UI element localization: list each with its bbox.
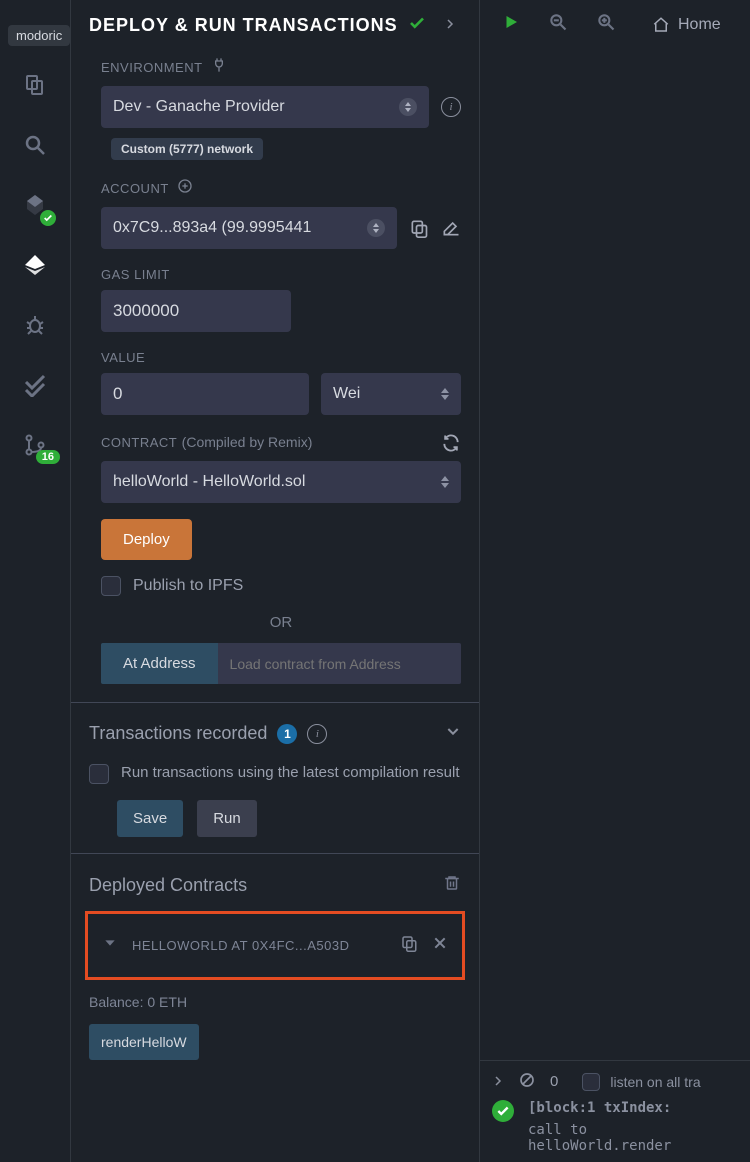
gas-limit-input-wrap xyxy=(101,290,291,332)
chevron-down-icon[interactable] xyxy=(102,935,118,956)
contract-value: helloWorld - HelloWorld.sol xyxy=(113,473,305,491)
run-button[interactable]: Run xyxy=(197,800,257,837)
environment-select[interactable]: Dev - Ganache Provider xyxy=(101,86,429,128)
deploy-button[interactable]: Deploy xyxy=(101,519,192,560)
file-explorer-icon[interactable] xyxy=(20,70,50,100)
updown-icon xyxy=(367,219,385,237)
contract-sublabel: (Compiled by Remix) xyxy=(182,434,313,450)
git-icon[interactable]: 16 xyxy=(20,430,50,460)
gas-limit-label: GAS LIMIT xyxy=(101,267,170,282)
chevron-down-icon[interactable] xyxy=(445,723,461,744)
listen-label: listen on all tra xyxy=(610,1074,700,1090)
pending-count: 0 xyxy=(550,1073,558,1090)
success-icon xyxy=(492,1100,514,1122)
analysis-icon[interactable] xyxy=(20,370,50,400)
value-unit-select[interactable]: Wei xyxy=(321,373,461,415)
environment-value: Dev - Ganache Provider xyxy=(113,98,285,116)
editor-toolbar: Home xyxy=(480,0,750,49)
or-text: OR xyxy=(101,614,461,631)
close-icon[interactable] xyxy=(432,935,448,956)
account-value: 0x7C9...893a4 (99.9995441 xyxy=(113,219,311,237)
info-icon[interactable]: i xyxy=(441,97,461,117)
environment-label: ENVIRONMENT xyxy=(101,60,203,75)
editor-pane: Home 0 listen on all tra [block:1 txInde… xyxy=(480,0,750,1162)
copy-account-icon[interactable] xyxy=(409,218,429,238)
save-button[interactable]: Save xyxy=(117,800,183,837)
network-badge: Custom (5777) network xyxy=(111,138,263,160)
terminal: 0 listen on all tra [block:1 txIndex: ca… xyxy=(480,1060,750,1162)
play-icon[interactable] xyxy=(502,13,520,36)
plug-icon xyxy=(211,57,227,78)
ban-icon[interactable] xyxy=(518,1071,536,1092)
debugger-icon[interactable] xyxy=(20,310,50,340)
publish-ipfs-label: Publish to IPFS xyxy=(133,577,243,595)
tooltip-badge: modoric xyxy=(8,25,70,46)
use-latest-checkbox[interactable] xyxy=(89,764,109,784)
transactions-title: Transactions recorded xyxy=(89,723,267,744)
deploy-panel: DEPLOY & RUN TRANSACTIONS ENVIRONMENT De… xyxy=(70,0,480,1162)
check-icon xyxy=(408,14,426,37)
contract-select[interactable]: helloWorld - HelloWorld.sol xyxy=(101,461,461,503)
chevron-right-icon[interactable] xyxy=(492,1074,504,1090)
zoom-out-icon[interactable] xyxy=(548,12,568,37)
value-unit: Wei xyxy=(333,385,360,403)
add-account-icon[interactable] xyxy=(177,178,193,199)
panel-title: DEPLOY & RUN TRANSACTIONS xyxy=(89,15,398,36)
value-label: VALUE xyxy=(101,350,145,365)
account-label: ACCOUNT xyxy=(101,181,169,196)
value-input-wrap xyxy=(101,373,309,415)
deployed-title: Deployed Contracts xyxy=(89,875,247,896)
publish-ipfs-checkbox[interactable] xyxy=(101,576,121,596)
deployed-section: Deployed Contracts HELLOWORLD AT 0X4FC..… xyxy=(71,853,479,1084)
compile-success-badge xyxy=(40,210,56,226)
edit-account-icon[interactable] xyxy=(441,218,461,238)
updown-icon xyxy=(399,98,417,116)
compiler-icon[interactable] xyxy=(20,190,50,220)
gas-limit-input[interactable] xyxy=(113,301,279,321)
chevron-right-icon[interactable] xyxy=(444,17,456,35)
home-label: Home xyxy=(678,16,721,34)
vertical-iconbar: 16 xyxy=(0,0,70,1162)
home-tab[interactable]: Home xyxy=(652,16,721,34)
use-latest-label: Run transactions using the latest compil… xyxy=(121,762,460,784)
log-call: call to helloWorld.render xyxy=(528,1122,738,1154)
trash-icon[interactable] xyxy=(443,874,461,897)
account-select[interactable]: 0x7C9...893a4 (99.9995441 xyxy=(101,207,397,249)
zoom-in-icon[interactable] xyxy=(596,12,616,37)
listen-checkbox[interactable] xyxy=(582,1073,600,1091)
at-address-button[interactable]: At Address xyxy=(101,643,218,684)
search-icon[interactable] xyxy=(20,130,50,160)
at-address-input[interactable] xyxy=(218,643,461,684)
contract-label: CONTRACT xyxy=(101,435,177,450)
refresh-icon[interactable] xyxy=(441,433,461,453)
deploy-icon[interactable] xyxy=(20,250,50,280)
git-count-badge: 16 xyxy=(36,450,60,464)
deployed-contract-card: HELLOWORLD AT 0X4FC...A503D xyxy=(85,911,465,980)
contract-balance: Balance: 0 ETH xyxy=(89,994,461,1010)
call-function-button[interactable]: renderHelloW xyxy=(89,1024,199,1060)
panel-header: DEPLOY & RUN TRANSACTIONS xyxy=(71,0,479,41)
value-input[interactable] xyxy=(113,384,297,404)
copy-address-icon[interactable] xyxy=(400,934,418,957)
info-icon[interactable]: i xyxy=(307,724,327,744)
deployed-contract-name[interactable]: HELLOWORLD AT 0X4FC...A503D xyxy=(132,938,386,953)
transactions-section: Transactions recorded 1 i Run transactio… xyxy=(71,702,479,853)
transactions-count: 1 xyxy=(277,724,297,744)
log-block: [block:1 txIndex: xyxy=(528,1100,671,1116)
